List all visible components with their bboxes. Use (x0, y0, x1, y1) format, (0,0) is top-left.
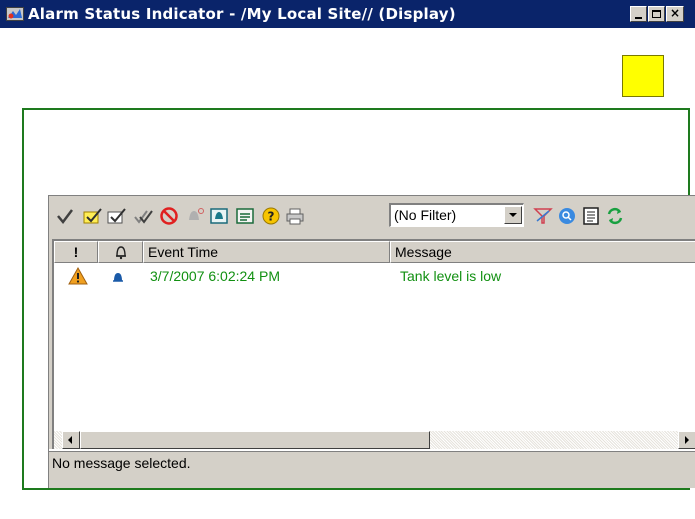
window-title: Alarm Status Indicator - /My Local Site/… (28, 5, 456, 23)
disable-icon[interactable] (159, 206, 179, 226)
status-divider (49, 451, 695, 452)
list-icon[interactable] (581, 206, 601, 226)
event-time-cell: 3/7/2007 6:02:24 PM (150, 268, 280, 284)
alarm-toolbar: ? (No Filter) (49, 196, 695, 236)
title-bar: Alarm Status Indicator - /My Local Site/… (0, 0, 695, 28)
status-text: No message selected. (52, 455, 191, 471)
scroll-right-button[interactable] (678, 431, 695, 449)
table-row[interactable]: 3/7/2007 6:02:24 PM Tank level is low (54, 265, 695, 287)
refresh-icon[interactable] (605, 206, 625, 226)
close-icon: × (669, 6, 681, 20)
warning-icon (68, 266, 88, 289)
find-icon[interactable] (557, 206, 577, 226)
filter-dropdown[interactable]: (No Filter) (389, 203, 524, 227)
help-icon[interactable]: ? (261, 206, 281, 226)
acknowledge-icon[interactable] (55, 206, 75, 226)
column-state[interactable] (98, 241, 143, 263)
suppress-icon[interactable] (209, 206, 229, 226)
list-header: ! Event Time Message (54, 241, 695, 263)
column-severity[interactable]: ! (54, 241, 98, 263)
minimize-icon (635, 17, 642, 19)
maximize-icon (652, 10, 661, 18)
alarm-list[interactable]: ! Event Time Message 3/7/2007 6:02:24 PM… (52, 239, 695, 431)
print-icon[interactable] (285, 206, 305, 226)
status-indicator (622, 55, 664, 97)
horizontal-scrollbar[interactable] (52, 431, 695, 449)
filter-icon[interactable] (533, 206, 553, 226)
message-cell: Tank level is low (400, 268, 502, 284)
details-icon[interactable] (235, 206, 255, 226)
bell-icon (115, 246, 126, 260)
chevron-down-icon[interactable] (504, 206, 522, 224)
acknowledge-selected-icon[interactable] (107, 206, 127, 226)
status-bar: No message selected. (49, 449, 695, 488)
scroll-left-button[interactable] (62, 431, 80, 449)
minimize-button[interactable] (630, 6, 647, 22)
alarm-control: ? (No Filter) ! Event Time Message 3/7/2… (48, 195, 695, 488)
svg-text:?: ? (268, 210, 275, 224)
column-message[interactable]: Message (390, 241, 695, 263)
acknowledge-page-icon[interactable] (83, 206, 103, 226)
maximize-button[interactable] (648, 6, 665, 22)
scroll-thumb[interactable] (80, 431, 430, 449)
close-button[interactable]: × (666, 6, 684, 22)
acknowledge-all-icon[interactable] (133, 206, 153, 226)
silence-icon[interactable] (185, 206, 205, 226)
app-icon (6, 6, 24, 22)
column-event-time[interactable]: Event Time (143, 241, 390, 263)
bell-icon (112, 268, 124, 290)
filter-value: (No Filter) (394, 207, 457, 223)
